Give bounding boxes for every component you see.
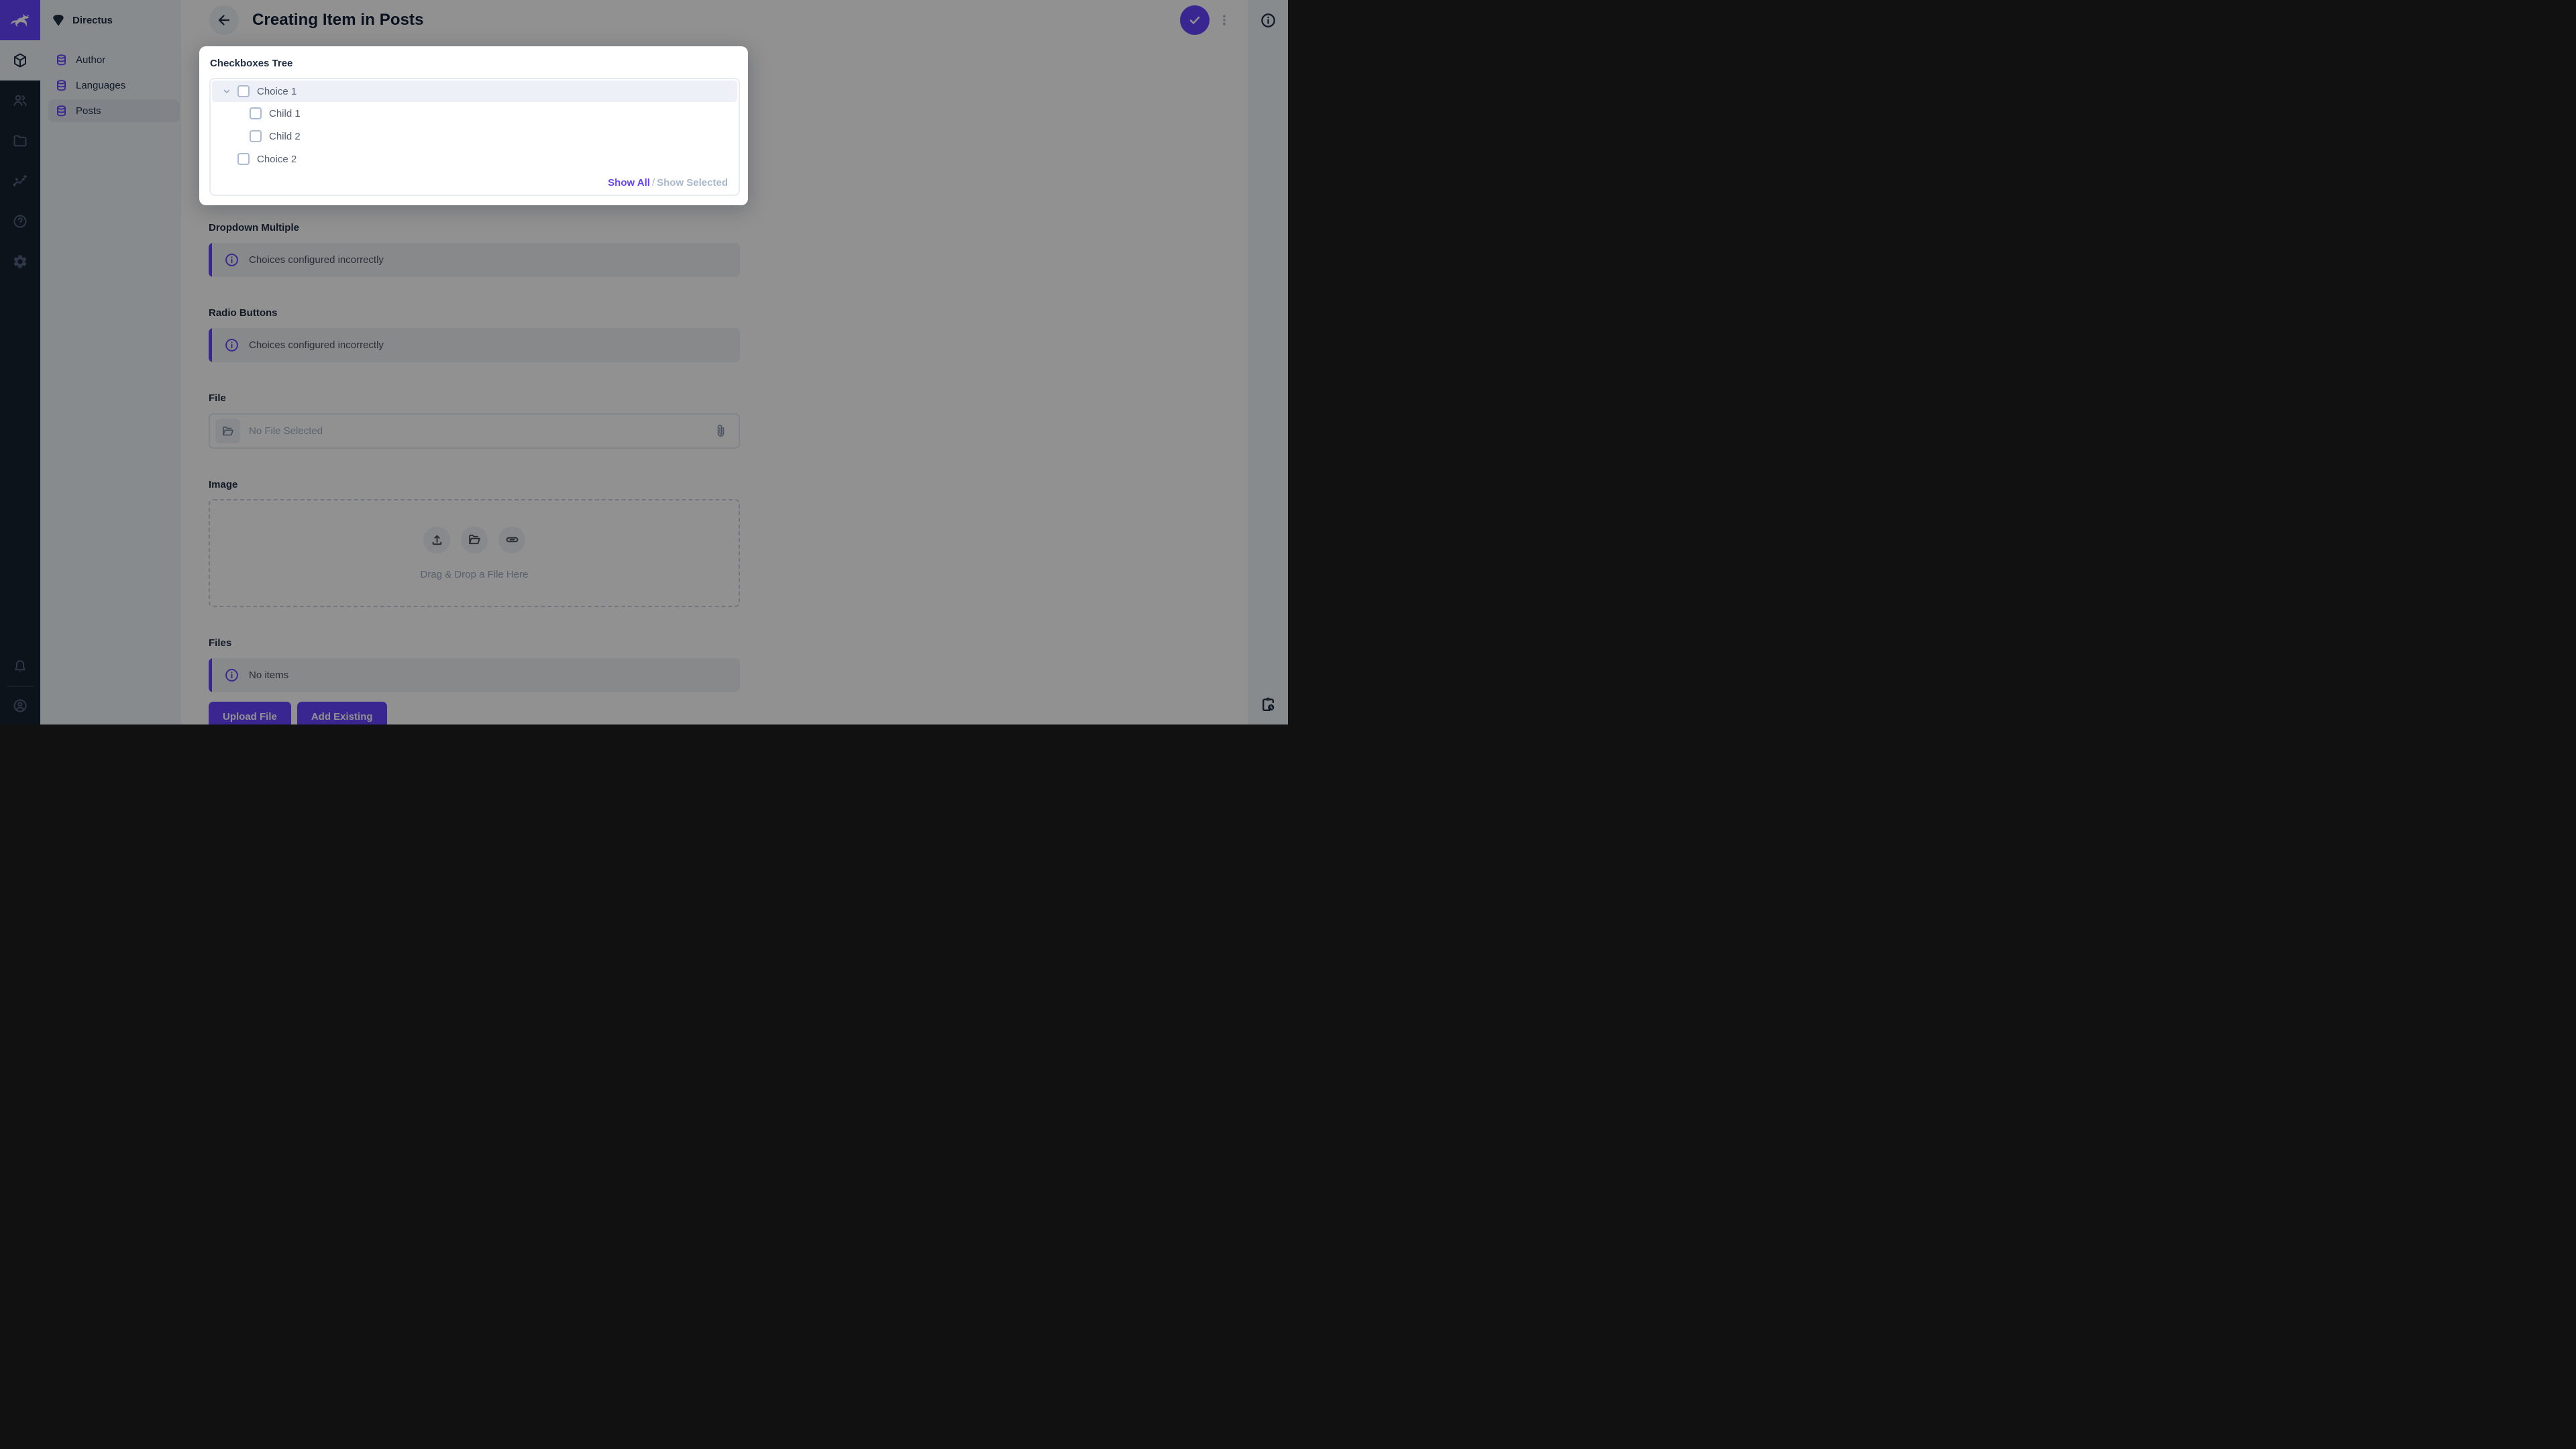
checkbox[interactable] <box>237 85 250 97</box>
show-all-link[interactable]: Show All <box>608 177 650 189</box>
field-label: Checkboxes Tree <box>210 58 740 69</box>
tree-row-choice-2[interactable]: Choice 2 <box>212 148 737 170</box>
tree-row-choice-1[interactable]: Choice 1 <box>212 80 737 102</box>
tree-item-label: Choice 1 <box>257 86 297 97</box>
directus-app: Directus Author Languages Posts <box>0 0 1288 724</box>
tree-item-label: Child 2 <box>269 131 301 142</box>
checkbox[interactable] <box>237 153 250 165</box>
checkboxes-tree: Choice 1 Child 1 Child 2 Choice 2 Show A… <box>209 78 740 196</box>
checkboxes-tree-card: Checkboxes Tree Choice 1 Child 1 Child 2… <box>199 46 748 205</box>
tree-row-child-2[interactable]: Child 2 <box>212 125 737 148</box>
tree-item-label: Choice 2 <box>257 154 297 165</box>
show-selected-link[interactable]: Show Selected <box>657 177 728 189</box>
tree-footer: Show All/Show Selected <box>608 177 728 189</box>
tree-item-label: Child 1 <box>269 108 301 119</box>
footer-separator: / <box>652 177 655 189</box>
checkbox[interactable] <box>250 130 262 142</box>
checkbox[interactable] <box>250 107 262 119</box>
tree-row-child-1[interactable]: Child 1 <box>212 102 737 125</box>
chevron-down-icon[interactable] <box>222 87 231 96</box>
